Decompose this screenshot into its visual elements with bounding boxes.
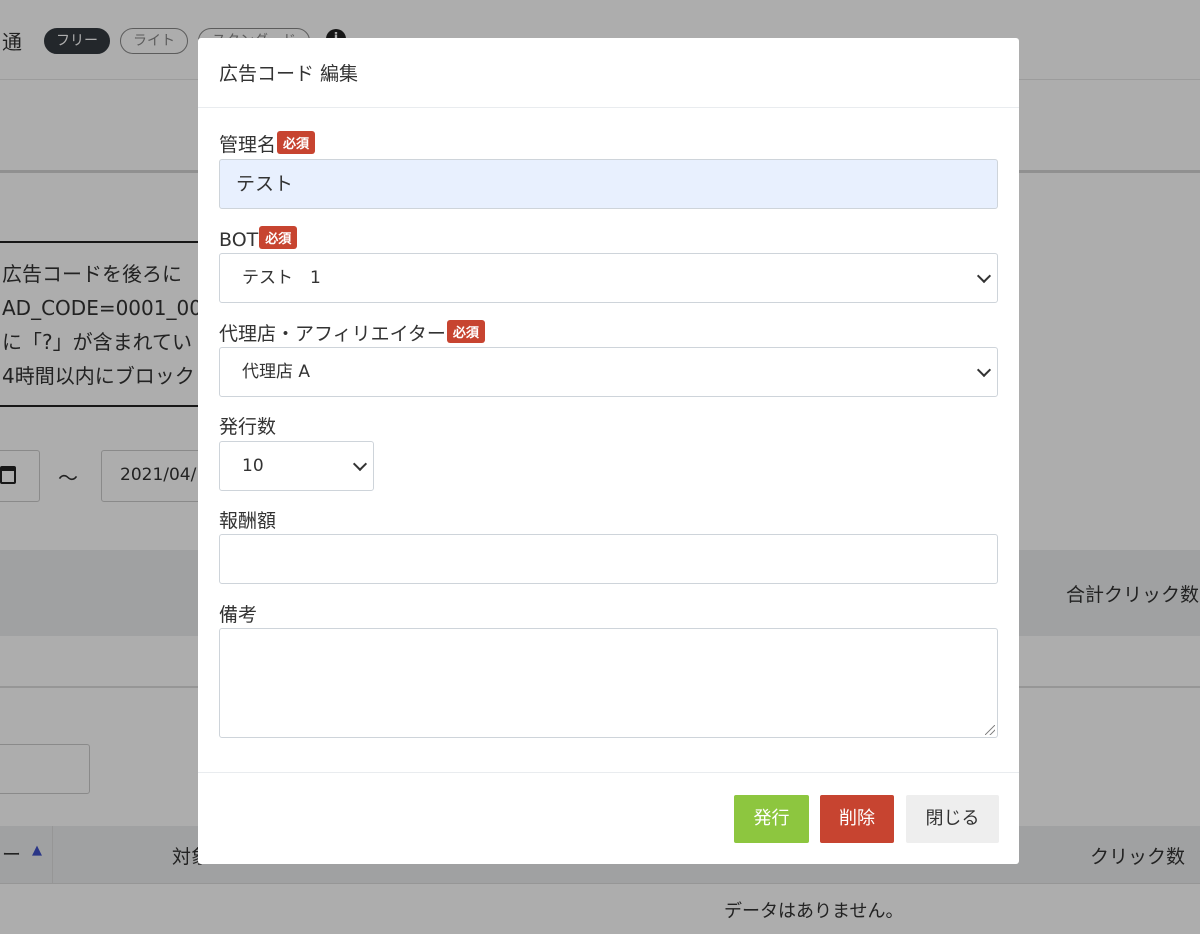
issue-count-label: 発行数: [219, 416, 277, 438]
issue-count-select[interactable]: 10: [219, 441, 374, 491]
modal-title: 広告コード 編集: [219, 63, 359, 85]
name-label: 管理名 必須: [219, 130, 316, 157]
note-textarea[interactable]: [219, 628, 998, 738]
bot-label: BOT 必須: [219, 226, 298, 251]
agency-label: 代理店・アフィリエイター 必須: [219, 319, 485, 346]
required-badge: 必須: [259, 226, 298, 249]
agency-select[interactable]: 代理店 A: [219, 347, 998, 397]
close-button[interactable]: 閉じる: [906, 795, 999, 843]
bot-select[interactable]: テスト 1: [219, 253, 998, 303]
resize-handle-icon[interactable]: [985, 725, 995, 735]
name-label-text: 管理名: [219, 134, 277, 156]
name-input[interactable]: テスト: [219, 159, 998, 209]
reward-input[interactable]: [219, 534, 998, 584]
issue-button[interactable]: 発行: [734, 795, 809, 843]
bot-label-text: BOT: [219, 229, 259, 251]
reward-label: 報酬額: [219, 510, 277, 532]
required-badge: 必須: [277, 131, 316, 154]
chevron-down-icon: [976, 362, 992, 378]
required-badge: 必須: [446, 320, 485, 343]
edit-ad-code-modal: 広告コード 編集 管理名 必須 テスト BOT 必須 テスト 1 代理店・アフィリエ…: [198, 38, 1019, 864]
chevron-down-icon: [352, 456, 368, 472]
modal-header: 広告コード 編集: [198, 38, 1019, 108]
agency-label-text: 代理店・アフィリエイター: [219, 323, 446, 345]
bot-select-value: テスト 1: [242, 268, 321, 288]
issue-count-value: 10: [242, 456, 264, 476]
delete-button[interactable]: 削除: [820, 795, 894, 843]
chevron-down-icon: [976, 268, 992, 284]
modal-footer: 発行 削除 閉じる: [198, 772, 1019, 864]
agency-select-value: 代理店 A: [242, 362, 311, 382]
note-label: 備考: [219, 604, 258, 626]
